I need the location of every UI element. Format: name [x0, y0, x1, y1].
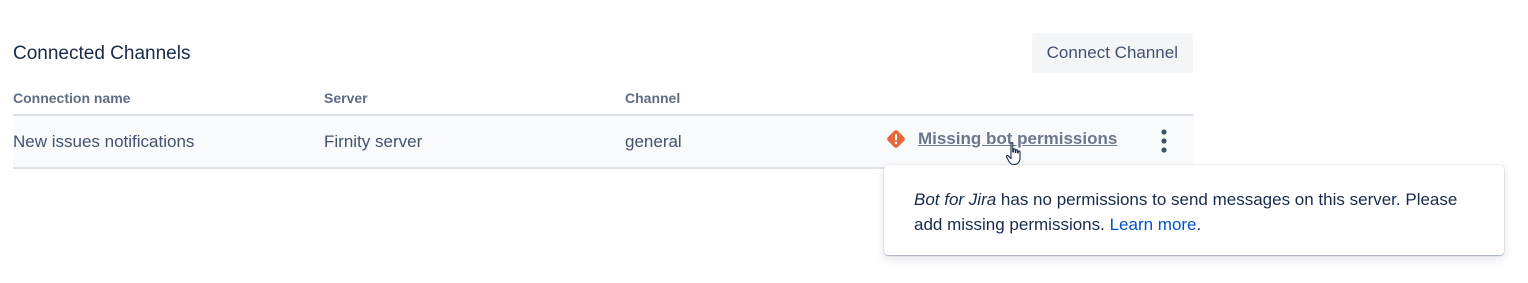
warning-diamond-icon [886, 129, 906, 149]
learn-more-link[interactable]: Learn more [1110, 215, 1197, 234]
column-header-server: Server [324, 90, 368, 106]
section-title: Connected Channels [13, 43, 191, 64]
permissions-tooltip: Bot for Jira has no permissions to send … [884, 165, 1504, 255]
section-header: Connected Channels Connect Channel [13, 33, 1193, 73]
connection-name-cell: New issues notifications [13, 132, 195, 151]
connect-channel-button[interactable]: Connect Channel [1031, 33, 1193, 73]
channel-cell: general [625, 132, 682, 151]
column-header-channel: Channel [625, 90, 681, 106]
server-cell: Firnity server [324, 132, 423, 151]
more-actions-button[interactable] [1153, 128, 1175, 154]
more-vertical-icon [1153, 129, 1175, 158]
status-cell: Missing bot permissions [886, 129, 1117, 149]
tooltip-trailing: . [1196, 215, 1202, 234]
hand-pointer-icon [1005, 141, 1025, 167]
column-header-connection-name: Connection name [13, 90, 131, 106]
connected-channels-page: Connected Channels Connect Channel Conne… [0, 0, 1528, 283]
table-header: Connection name Server Channel [13, 86, 1193, 116]
bot-name: Bot for Jira [914, 190, 997, 209]
